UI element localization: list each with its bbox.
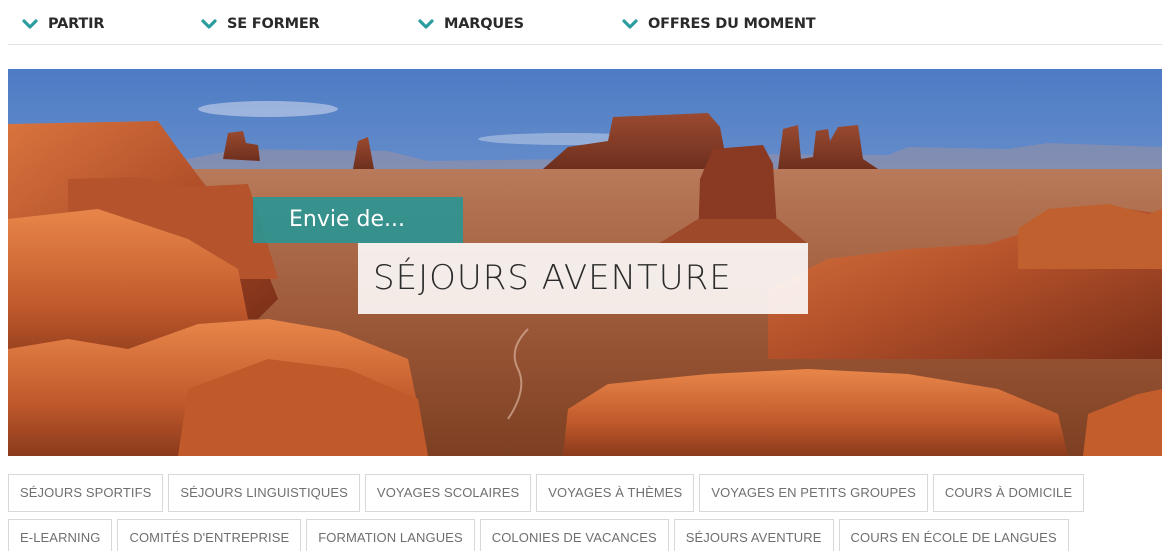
tag-formation-langues[interactable]: FORMATION LANGUES bbox=[306, 519, 475, 551]
tag-cours-en-ecole-de-langues[interactable]: COURS EN ÉCOLE DE LANGUES bbox=[838, 519, 1069, 551]
hero-banner[interactable]: Envie de... SÉJOURS AVENTURE bbox=[8, 69, 1162, 456]
hero-headline[interactable]: SÉJOURS AVENTURE bbox=[358, 243, 808, 314]
hero-kicker: Envie de... bbox=[253, 197, 463, 243]
chevron-down-icon bbox=[418, 18, 434, 30]
nav-item-label: PARTIR bbox=[48, 16, 105, 32]
nav-item-se-former[interactable]: SE FORMER bbox=[201, 16, 320, 32]
tag-row-1: SÉJOURS SPORTIFS SÉJOURS LINGUISTIQUES V… bbox=[8, 474, 1089, 512]
tag-sejours-sportifs[interactable]: SÉJOURS SPORTIFS bbox=[8, 474, 164, 512]
nav-item-offres-du-moment[interactable]: OFFRES DU MOMENT bbox=[622, 16, 816, 32]
nav-item-label: OFFRES DU MOMENT bbox=[648, 16, 816, 32]
chevron-down-icon bbox=[622, 18, 638, 30]
tag-voyages-en-petits-groupes[interactable]: VOYAGES EN PETITS GROUPES bbox=[699, 474, 928, 512]
nav-item-partir[interactable]: PARTIR bbox=[22, 16, 104, 32]
main-navigation: PARTIR SE FORMER MARQUES OFFRES DU MOMEN… bbox=[8, 0, 1162, 45]
nav-item-label: SE FORMER bbox=[227, 16, 320, 32]
nav-item-marques[interactable]: MARQUES bbox=[418, 16, 524, 32]
nav-item-label: MARQUES bbox=[444, 16, 524, 32]
tag-voyages-scolaires[interactable]: VOYAGES SCOLAIRES bbox=[364, 474, 532, 512]
tag-sejours-aventure[interactable]: SÉJOURS AVENTURE bbox=[673, 519, 834, 551]
tag-sejours-linguistiques[interactable]: SÉJOURS LINGUISTIQUES bbox=[168, 474, 360, 512]
tag-cours-a-domicile[interactable]: COURS À DOMICILE bbox=[932, 474, 1085, 512]
tag-comites-d-entreprise[interactable]: COMITÉS D'ENTREPRISE bbox=[117, 519, 302, 551]
tag-colonies-de-vacances[interactable]: COLONIES DE VACANCES bbox=[479, 519, 669, 551]
tag-e-learning[interactable]: E-LEARNING bbox=[8, 519, 113, 551]
tag-voyages-a-themes[interactable]: VOYAGES À THÈMES bbox=[536, 474, 695, 512]
chevron-down-icon bbox=[22, 18, 38, 30]
chevron-down-icon bbox=[201, 18, 217, 30]
tag-row-2: E-LEARNING COMITÉS D'ENTREPRISE FORMATIO… bbox=[8, 519, 1074, 551]
